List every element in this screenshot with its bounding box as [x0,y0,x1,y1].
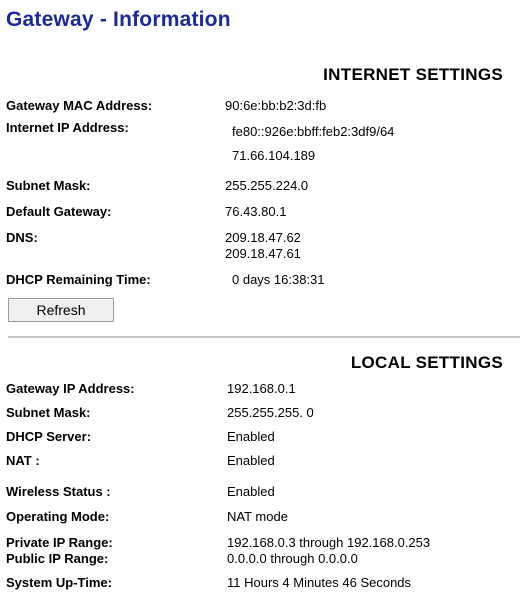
row-gateway-mac-address: Gateway MAC Address: 90:6e:bb:b2:3d:fb [0,98,520,116]
value-local-subnet-mask: 255.255.255. 0 [227,405,314,420]
label-dns: DNS: [6,230,38,245]
label-internet-ip-address: Internet IP Address: [6,120,129,135]
label-wireless-status: Wireless Status : [6,484,111,499]
row-local-subnet-mask: Subnet Mask: 255.255.255. 0 [0,405,520,423]
value-internet-ipv6-address: fe80::926e:bbff:feb2:3df9/64 [232,124,395,139]
label-system-up-time: System Up-Time: [6,575,112,590]
row-wireless-status: Wireless Status : Enabled [0,484,520,502]
section-divider [8,336,520,338]
value-local-gateway-ip-address: 192.168.0.1 [227,381,296,396]
value-nat: Enabled [227,453,275,468]
label-dhcp-remaining-time: DHCP Remaining Time: [6,272,151,287]
row-operating-mode: Operating Mode: NAT mode [0,509,520,527]
row-dhcp-server: DHCP Server: Enabled [0,429,520,447]
row-dhcp-remaining-time: DHCP Remaining Time: 0 days 16:38:31 [0,272,520,290]
label-operating-mode: Operating Mode: [6,509,110,524]
value-system-up-time: 11 Hours 4 Minutes 46 Seconds [227,575,412,590]
row-dns: DNS: 209.18.47.62 209.18.47.61 [0,230,520,266]
label-local-subnet-mask: Subnet Mask: [6,405,91,420]
row-nat: NAT : Enabled [0,453,520,471]
value-dns-secondary: 209.18.47.61 [225,246,301,261]
value-gateway-mac-address: 90:6e:bb:b2:3d:fb [225,98,327,113]
row-default-gateway: Default Gateway: 76.43.80.1 [0,204,520,222]
value-dhcp-server: Enabled [227,429,275,444]
section-heading-local: LOCAL SETTINGS [350,353,503,372]
value-public-ip-range: 0.0.0.0 through 0.0.0.0 [227,551,358,566]
value-private-ip-range: 192.168.0.3 through 192.168.0.253 [227,535,431,550]
value-internet-subnet-mask: 255.255.224.0 [225,178,309,193]
label-internet-subnet-mask: Subnet Mask: [6,178,91,193]
value-dhcp-remaining-time: 0 days 16:38:31 [232,272,325,287]
row-system-up-time: System Up-Time: 11 Hours 4 Minutes 46 Se… [0,575,520,593]
label-gateway-mac-address: Gateway MAC Address: [6,98,153,113]
value-default-gateway: 76.43.80.1 [225,204,287,219]
value-wireless-status: Enabled [227,484,275,499]
row-local-gateway-ip-address: Gateway IP Address: 192.168.0.1 [0,381,520,399]
label-local-gateway-ip-address: Gateway IP Address: [6,381,135,396]
page-title: Gateway - Information [6,8,231,31]
label-nat: NAT : [6,453,40,468]
label-dhcp-server: DHCP Server: [6,429,92,444]
row-public-ip-range: Public IP Range: 0.0.0.0 through 0.0.0.0 [0,551,520,569]
label-public-ip-range: Public IP Range: [6,551,109,566]
section-heading-internet: INTERNET SETTINGS [323,65,503,84]
label-private-ip-range: Private IP Range: [6,535,113,550]
row-internet-subnet-mask: Subnet Mask: 255.255.224.0 [0,178,520,196]
label-default-gateway: Default Gateway: [6,204,112,219]
refresh-button[interactable]: Refresh [8,298,114,322]
value-dns-primary: 209.18.47.62 [225,230,301,245]
value-operating-mode: NAT mode [227,509,288,524]
value-internet-ipv4-address: 71.66.104.189 [232,148,316,163]
row-internet-ip-address: Internet IP Address: fe80::926e:bbff:feb… [0,120,520,163]
